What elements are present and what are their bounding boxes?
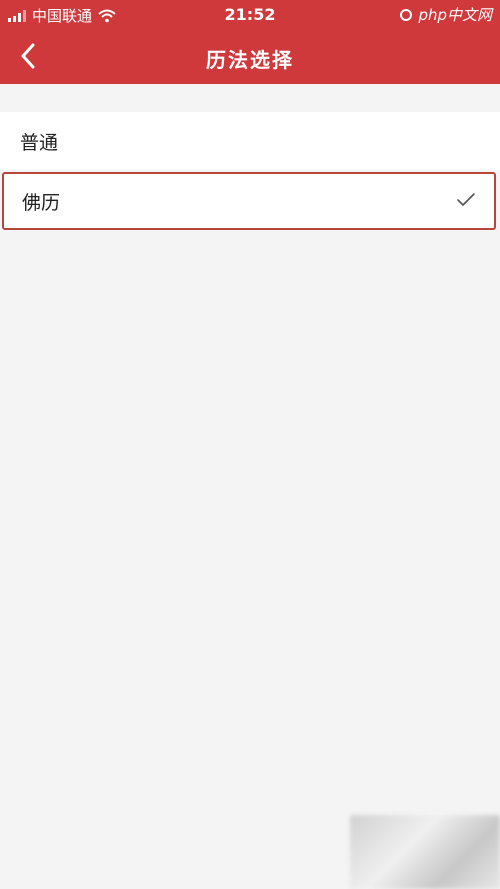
status-bar: 中国联通 21:52 php中文网 (0, 0, 500, 30)
checkmark-icon (457, 193, 475, 206)
status-right: php中文网 (400, 4, 492, 25)
option-label: 佛历 (22, 191, 61, 214)
blurred-region (350, 815, 500, 889)
watermark-text: php中文网 (418, 6, 492, 24)
calendar-option-list: 普通 佛历 (0, 112, 500, 230)
page-title: 历法选择 (206, 48, 294, 72)
option-row-buddhist[interactable]: 佛历 (2, 172, 496, 230)
alarm-icon (400, 8, 413, 21)
option-row-normal[interactable]: 普通 (0, 112, 500, 170)
option-label: 普通 (20, 131, 59, 154)
nav-bar: 历法选择 (0, 30, 500, 84)
